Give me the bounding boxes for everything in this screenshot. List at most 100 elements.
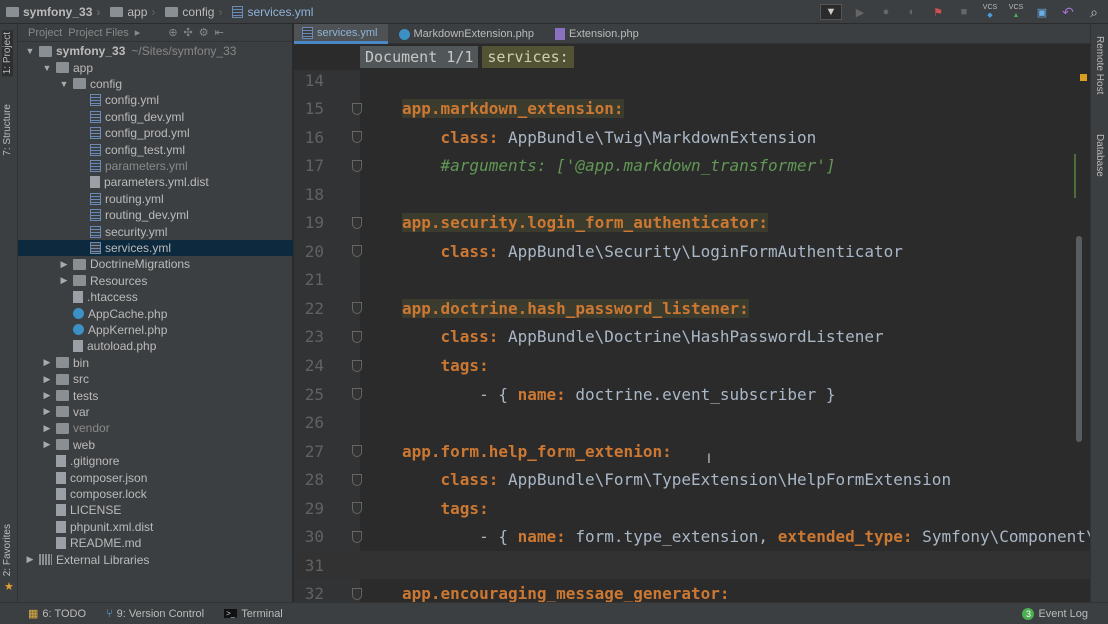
remote-host-tool-button[interactable]: Remote Host (1094, 36, 1105, 94)
tab-markdown-extension[interactable]: MarkdownExtension.php (388, 24, 544, 44)
code-editor[interactable]: 14 15 app.markdown_extension: 16 class: App… (294, 70, 1090, 602)
tree-item[interactable]: AppCache.php (18, 305, 293, 321)
vcs-commit-icon[interactable]: VCS ▲ (1008, 4, 1024, 20)
editor-tabs: services.yml MarkdownExtension.php Exten… (294, 24, 1090, 44)
tree-item[interactable]: ▶ vendor (18, 420, 293, 436)
fold-marker-icon[interactable] (352, 530, 362, 543)
fold-marker-icon[interactable] (352, 302, 362, 315)
fold-marker-icon[interactable] (352, 473, 362, 486)
tree-item[interactable]: parameters.yml (18, 158, 293, 174)
breadcrumb-app[interactable]: app › (110, 5, 155, 19)
expand-arrow-icon[interactable]: ▶ (58, 259, 70, 270)
tab-project-files[interactable]: Project Files (68, 27, 129, 39)
version-control-tool-button[interactable]: ⑂ 9: Version Control (106, 608, 204, 620)
tree-item[interactable]: security.yml (18, 223, 293, 239)
chevron-right-icon[interactable]: ▸ (135, 26, 141, 39)
tree-item[interactable]: routing.yml (18, 191, 293, 207)
tree-item[interactable]: ▶ bin (18, 355, 293, 371)
fold-marker-icon[interactable] (352, 502, 362, 515)
breadcrumb-config[interactable]: config › (165, 5, 222, 19)
code-token: tags: (440, 356, 489, 375)
breadcrumb-services[interactable]: services: (482, 46, 574, 68)
breadcrumb-file[interactable]: services.yml (232, 5, 313, 19)
tree-item[interactable]: config_prod.yml (18, 125, 293, 141)
vcs-update-icon[interactable]: VCS ◆ (982, 4, 998, 20)
fold-marker-icon[interactable] (352, 587, 362, 600)
todo-tool-button[interactable]: ▦ 6: TODO (28, 607, 86, 621)
favorites-tool-button[interactable]: 2: Favorites (2, 524, 13, 576)
tab-project[interactable]: Project (28, 27, 62, 39)
expand-arrow-icon[interactable]: ▶ (41, 357, 53, 368)
tree-item[interactable]: ▶ Resources (18, 273, 293, 289)
tab-services-yml[interactable]: services.yml (294, 24, 388, 44)
fold-marker-icon[interactable] (352, 445, 362, 458)
tree-item[interactable]: autoload.php (18, 338, 293, 354)
tree-item[interactable]: ▼ config (18, 76, 293, 92)
expand-arrow-icon[interactable]: ▶ (41, 374, 53, 385)
expand-arrow-icon[interactable]: ▼ (41, 63, 53, 73)
expand-arrow-icon[interactable]: ▼ (58, 79, 70, 89)
expand-arrow-icon[interactable]: ▶ (41, 423, 53, 434)
tree-item[interactable]: ▶ External Libraries (18, 551, 293, 567)
expand-arrow-icon[interactable]: ▶ (41, 406, 53, 417)
tree-item[interactable]: ▶ DoctrineMigrations (18, 256, 293, 272)
breadcrumb-project[interactable]: symfony_33 › (6, 5, 100, 19)
fold-marker-icon[interactable] (352, 159, 362, 172)
hide-icon[interactable]: ⇤ (215, 26, 224, 39)
expand-arrow-icon[interactable]: ▶ (58, 275, 70, 286)
database-tool-button[interactable]: Database (1094, 134, 1105, 177)
fold-marker-icon[interactable] (352, 216, 362, 229)
tree-item[interactable]: ▼ symfony_33 ~/Sites/symfony_33 (18, 43, 293, 59)
tree-item[interactable]: phpunit.xml.dist (18, 519, 293, 535)
run-icon[interactable]: ▶ (852, 4, 868, 20)
structure-tool-button[interactable]: 7: Structure (2, 104, 13, 156)
event-log-button[interactable]: 3 Event Log (1022, 607, 1088, 620)
run-config-dropdown[interactable]: ▼ (820, 4, 842, 20)
file-icon (73, 291, 83, 304)
tree-item[interactable]: .htaccess (18, 289, 293, 305)
tree-item[interactable]: services.yml (18, 239, 293, 257)
tree-item[interactable]: ▶ src (18, 371, 293, 387)
tree-item[interactable]: LICENSE (18, 502, 293, 518)
coverage-icon[interactable]: ◐ (904, 4, 920, 20)
tree-item[interactable]: README.md (18, 535, 293, 551)
editor-scrollbar[interactable] (1076, 236, 1082, 442)
tree-item[interactable]: .gitignore (18, 453, 293, 469)
expand-arrow-icon[interactable]: ▶ (41, 439, 53, 450)
fold-marker-icon[interactable] (352, 330, 362, 343)
collapse-icon[interactable]: ✣ (184, 26, 193, 39)
tree-item[interactable]: ▶ web (18, 437, 293, 453)
fold-marker-icon[interactable] (352, 388, 362, 401)
tree-item[interactable]: AppKernel.php (18, 322, 293, 338)
tree-item[interactable]: composer.json (18, 469, 293, 485)
fold-marker-icon[interactable] (352, 359, 362, 372)
expand-arrow-icon[interactable]: ▼ (24, 46, 36, 56)
attach-icon[interactable]: ⚑ (930, 4, 946, 20)
project-tool-button[interactable]: 1: Project (2, 30, 13, 77)
gear-icon[interactable]: ⚙ (199, 26, 209, 39)
tree-item[interactable]: parameters.yml.dist (18, 174, 293, 190)
history-icon[interactable]: ▣ (1034, 4, 1050, 20)
tree-item[interactable]: config_dev.yml (18, 109, 293, 125)
locate-icon[interactable]: ⊕ (168, 26, 177, 39)
revert-icon[interactable]: ↶ (1060, 4, 1076, 20)
tree-item[interactable]: config.yml (18, 92, 293, 108)
tree-item[interactable]: ▶ tests (18, 387, 293, 403)
search-icon[interactable]: ⌕ (1086, 4, 1102, 20)
breadcrumb-document[interactable]: Document 1/1 (360, 46, 479, 68)
expand-arrow-icon[interactable]: ▶ (24, 554, 36, 565)
tree-item[interactable]: config_test.yml (18, 141, 293, 157)
fold-marker-icon[interactable] (352, 102, 362, 115)
terminal-tool-button[interactable]: >_ Terminal (224, 608, 283, 620)
tree-item[interactable]: composer.lock (18, 486, 293, 502)
tree-item[interactable]: ▼ app (18, 59, 293, 75)
fold-marker-icon[interactable] (352, 245, 362, 258)
expand-arrow-icon[interactable]: ▶ (41, 390, 53, 401)
tree-item[interactable]: ▶ var (18, 404, 293, 420)
tree-item[interactable]: routing_dev.yml (18, 207, 293, 223)
debug-icon[interactable]: ● (878, 4, 894, 20)
fold-marker-icon[interactable] (352, 131, 362, 144)
code-text: - { name: form.type_extension, extended_… (402, 527, 1090, 546)
stop-icon[interactable]: ■ (956, 4, 972, 20)
tab-extension[interactable]: Extension.php (544, 24, 649, 44)
